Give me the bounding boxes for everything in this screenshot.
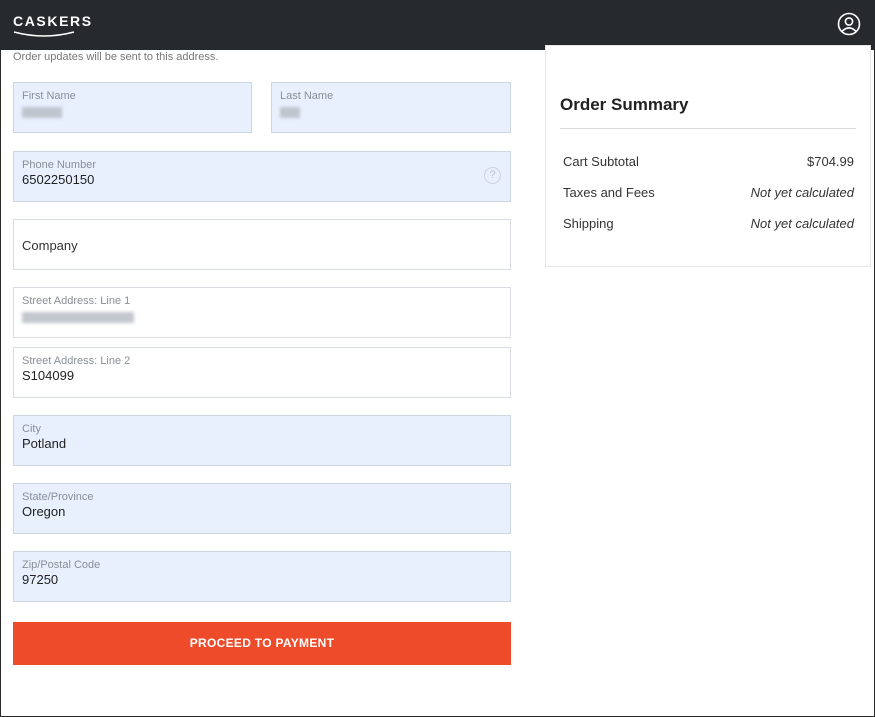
order-updates-notice: Order updates will be sent to this addre…: [13, 51, 219, 63]
phone-number-field[interactable]: Phone Number 6502250150 ?: [13, 151, 511, 202]
order-summary-panel: Order Summary Cart Subtotal $704.99 Taxe…: [545, 45, 871, 267]
logo-swoosh-icon: [13, 31, 75, 37]
state-province-value: Oregon: [22, 504, 66, 519]
summary-row-label: Shipping: [563, 216, 614, 231]
last-name-field[interactable]: Last Name: [271, 82, 511, 133]
summary-row-label: Taxes and Fees: [563, 185, 655, 200]
summary-row-label: Cart Subtotal: [563, 154, 639, 169]
zip-postal-code-label: Zip/Postal Code: [22, 559, 101, 571]
street-address-line2-field[interactable]: Street Address: Line 2 S104099: [13, 347, 511, 398]
street-address-line1-field[interactable]: Street Address: Line 1: [13, 287, 511, 338]
user-account-icon[interactable]: [837, 12, 861, 36]
city-label: City: [22, 423, 41, 435]
company-placeholder: Company: [22, 238, 78, 253]
city-field[interactable]: City Potland: [13, 415, 511, 466]
top-navigation-bar: CASKERS: [0, 0, 875, 50]
first-name-field[interactable]: First Name: [13, 82, 252, 133]
caskers-logo[interactable]: CASKERS: [13, 13, 93, 29]
zip-postal-code-value: 97250: [22, 572, 59, 587]
phone-number-label: Phone Number: [22, 159, 96, 171]
city-value: Potland: [22, 436, 67, 451]
summary-row-value: Not yet calculated: [750, 185, 854, 200]
street-address-line2-label: Street Address: Line 2: [22, 355, 131, 367]
summary-row-value: $704.99: [807, 154, 854, 169]
proceed-to-payment-button[interactable]: PROCEED TO PAYMENT: [13, 622, 511, 665]
state-province-label: State/Province: [22, 491, 94, 503]
zip-postal-code-field[interactable]: Zip/Postal Code 97250: [13, 551, 511, 602]
phone-number-value: 6502250150: [22, 172, 95, 187]
last-name-label: Last Name: [280, 90, 334, 102]
first-name-label: First Name: [22, 90, 76, 102]
summary-row-value: Not yet calculated: [750, 216, 854, 231]
street-address-line1-value: [22, 308, 462, 324]
street-address-line2-value: S104099: [22, 368, 75, 383]
state-province-field[interactable]: State/Province Oregon: [13, 483, 511, 534]
summary-divider: [560, 128, 856, 129]
street-address-line1-label: Street Address: Line 1: [22, 295, 131, 307]
order-summary-title: Order Summary: [560, 95, 689, 114]
company-field[interactable]: Company: [13, 219, 511, 270]
help-icon[interactable]: ?: [484, 167, 501, 184]
